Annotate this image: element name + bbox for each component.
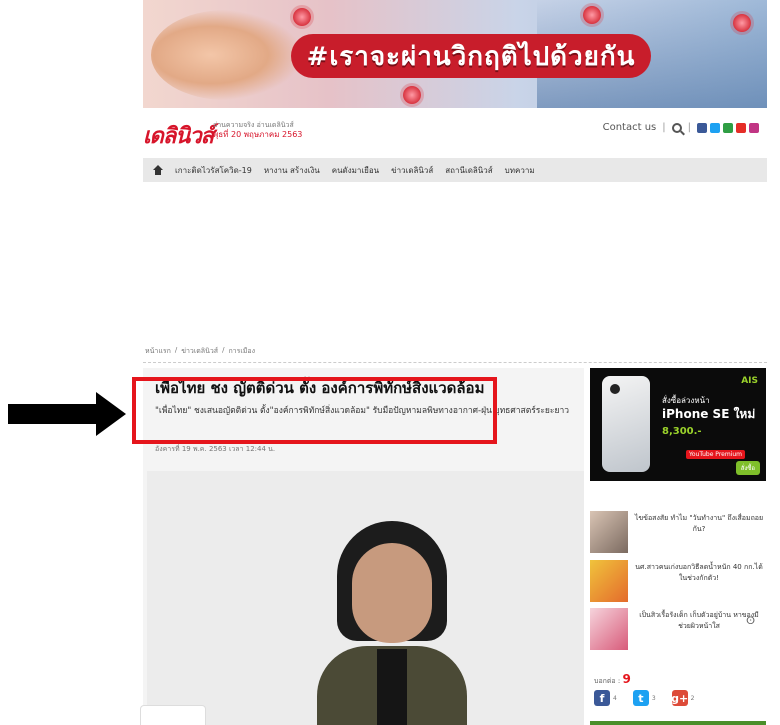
nav-item-celeb[interactable]: คนดังมาเยือน bbox=[332, 164, 379, 177]
main-nav: เกาะติดไวรัสโควิด-19 หางาน สร้างเงิน คนด… bbox=[143, 158, 767, 182]
highlight-box bbox=[132, 377, 497, 444]
virus-icon bbox=[403, 86, 421, 104]
arrow-right-icon bbox=[8, 392, 126, 436]
separator: | bbox=[662, 122, 666, 133]
share-label: บอกต่อ : 9 bbox=[594, 672, 631, 687]
news-headline: เป็นสิวเรื้อรังเด็ก เก็บตัวอยู่บ้าน หาขอ… bbox=[639, 611, 759, 630]
hands-image bbox=[151, 10, 301, 100]
twitter-share-icon[interactable]: t bbox=[632, 690, 649, 706]
camera-lens bbox=[610, 384, 620, 394]
news-headline: ไขข้อสงสัย ทำไม "วันทำงาน" ถึงเสื่อมถอยก… bbox=[634, 514, 764, 533]
ais-logo: AIS bbox=[741, 376, 758, 386]
facebook-icon[interactable] bbox=[697, 122, 707, 133]
news-thumbnail bbox=[590, 560, 628, 602]
gplus-share-icon[interactable]: g+ bbox=[671, 690, 688, 706]
facebook-share-count: 4 bbox=[613, 694, 617, 702]
gplus-share-count: 2 bbox=[690, 694, 695, 702]
news-headline: นศ.สาวคนเก่งบอกวิธีลดน้ำหนัก 40 กก.ได้ใน… bbox=[635, 563, 763, 582]
separator: | bbox=[687, 122, 691, 133]
ad-product-text: iPhone SE ใหม่ bbox=[662, 407, 756, 421]
youtube-icon[interactable] bbox=[736, 122, 746, 133]
breadcrumb-home[interactable]: หน้าแรก bbox=[145, 346, 171, 357]
sidebar: AIS สั่งซื้อล่วงหน้า iPhone SE ใหม่ 8,30… bbox=[590, 368, 767, 725]
virus-icon bbox=[733, 14, 751, 32]
covid-banner[interactable]: #เราจะผ่านวิกฤติไปด้วยกัน bbox=[143, 0, 767, 108]
bottom-tab[interactable] bbox=[140, 705, 206, 725]
breadcrumb-sep: / bbox=[222, 346, 225, 354]
twitter-icon[interactable] bbox=[710, 122, 720, 133]
nav-item-articles[interactable]: บทความ bbox=[505, 164, 535, 177]
youtube-premium-badge: YouTube Premium bbox=[686, 450, 746, 459]
ad-placeholder bbox=[143, 186, 767, 336]
breadcrumb: หน้าแรก / ข่าวเดลินิวส์ / การเมือง bbox=[145, 346, 255, 357]
nav-item-station[interactable]: สถานีเดลินิวส์ bbox=[445, 164, 492, 177]
breadcrumb-politics[interactable]: การเมือง bbox=[228, 346, 255, 357]
banner-headline: #เราจะผ่านวิกฤติไปด้วยกัน bbox=[291, 34, 651, 78]
search-icon[interactable] bbox=[671, 122, 682, 133]
ais-iphone-ad[interactable]: AIS สั่งซื้อล่วงหน้า iPhone SE ใหม่ 8,30… bbox=[590, 368, 766, 481]
header-date: พุธที่ 20 พฤษภาคม 2563 bbox=[213, 130, 303, 139]
news-thumbnail bbox=[590, 511, 628, 553]
sidebar-news-item[interactable]: นศ.สาวคนเก่งบอกวิธีลดน้ำหนัก 40 กก.ได้ใน… bbox=[590, 560, 766, 602]
person-face bbox=[352, 543, 432, 643]
virus-icon bbox=[583, 6, 601, 24]
sidebar-news-item[interactable]: ไขข้อสงสัย ทำไม "วันทำงาน" ถึงเสื่อมถอยก… bbox=[590, 511, 766, 553]
news-thumbnail bbox=[590, 608, 628, 650]
site-logo[interactable]: เดลินิวส์ bbox=[143, 118, 214, 153]
iphone-image bbox=[602, 376, 650, 472]
article-date: อังคารที่ 19 พ.ค. 2563 เวลา 12:44 น. bbox=[155, 445, 276, 453]
logo-tagline: อ่านความจริง อ่านเดลินิวส์ พุธที่ 20 พฤษ… bbox=[213, 120, 302, 140]
nav-item-covid[interactable]: เกาะติดไวรัสโควิด-19 bbox=[175, 164, 252, 177]
share-count: 9 bbox=[622, 672, 631, 686]
sidebar-news-item[interactable]: เป็นสิวเรื้อรังเด็ก เก็บตัวอยู่บ้าน หาขอ… bbox=[590, 608, 766, 650]
divider bbox=[143, 362, 767, 363]
header-tools: Contact us | | bbox=[603, 122, 759, 133]
breadcrumb-news[interactable]: ข่าวเดลินิวส์ bbox=[181, 346, 218, 357]
green-strip bbox=[590, 721, 766, 725]
line-icon[interactable] bbox=[723, 122, 733, 133]
home-icon[interactable] bbox=[153, 165, 163, 175]
twitter-share-count: 3 bbox=[651, 694, 656, 702]
facebook-share-icon[interactable]: f bbox=[594, 690, 610, 706]
virus-icon bbox=[293, 8, 311, 26]
share-label-text: บอกต่อ : bbox=[594, 677, 621, 685]
tagline-text: อ่านความจริง อ่านเดลินิวส์ bbox=[213, 121, 294, 129]
share-buttons: f 4 t 3 g+ 2 bbox=[594, 690, 694, 706]
site-header: เดลินิวส์ อ่านความจริง อ่านเดลินิวส์ พุธ… bbox=[143, 112, 767, 152]
instagram-icon[interactable] bbox=[749, 122, 759, 133]
ad-price: 8,300.- bbox=[662, 426, 702, 437]
nav-item-jobs[interactable]: หางาน สร้างเงิน bbox=[264, 164, 320, 177]
person-shirt bbox=[377, 649, 407, 725]
nav-item-news[interactable]: ข่าวเดลินิวส์ bbox=[391, 164, 433, 177]
article-photo bbox=[147, 471, 584, 725]
social-links bbox=[697, 122, 759, 133]
ad-order-button[interactable]: สั่งซื้อ bbox=[735, 461, 760, 475]
location-pin-icon: ⵙ bbox=[746, 616, 755, 627]
contact-link[interactable]: Contact us bbox=[603, 122, 657, 133]
breadcrumb-sep: / bbox=[174, 346, 178, 354]
